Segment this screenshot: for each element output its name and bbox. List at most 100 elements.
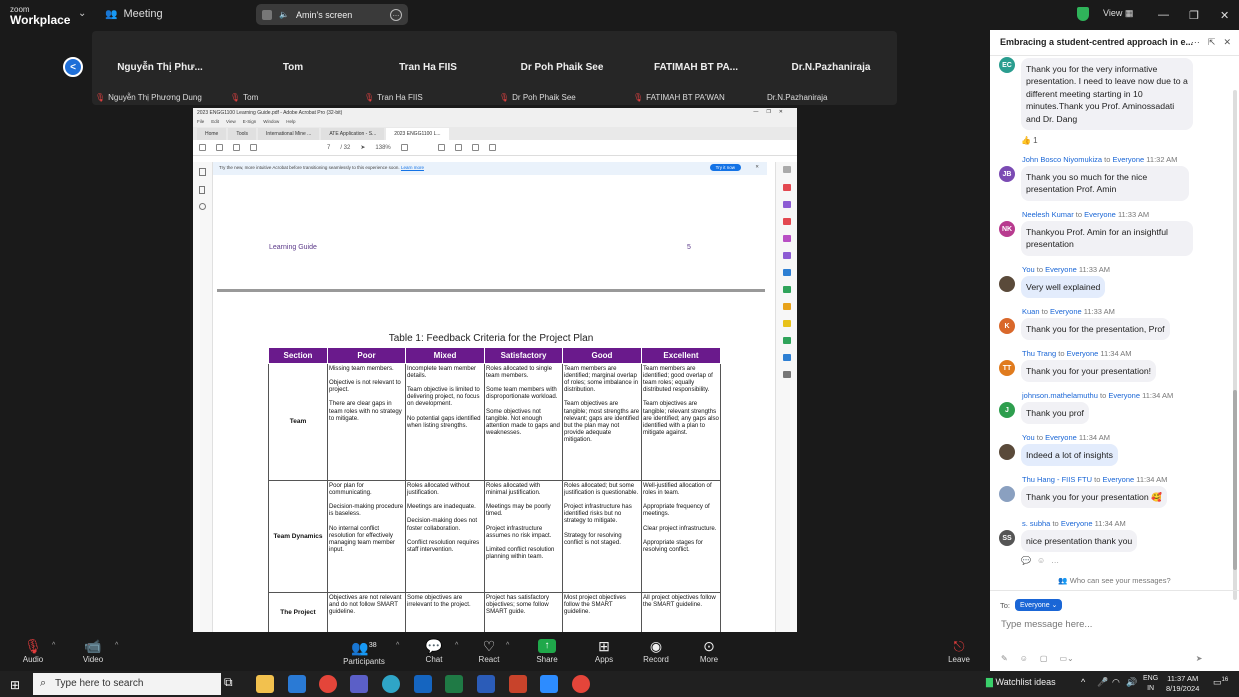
message-input[interactable]: Type message here... bbox=[1001, 619, 1092, 630]
zoom-tool-icon[interactable] bbox=[783, 166, 791, 173]
view-button[interactable]: View ▦ bbox=[1103, 8, 1133, 19]
participant-tile-name[interactable]: FATIMAH BT PA... bbox=[636, 62, 756, 73]
save-icon[interactable] bbox=[199, 144, 206, 151]
leave-button[interactable]: ⎋ Leave bbox=[929, 637, 989, 664]
tray-chevron-icon[interactable]: ^ bbox=[1081, 677, 1085, 687]
combine-icon[interactable] bbox=[783, 269, 791, 276]
powerpoint-icon[interactable] bbox=[509, 675, 527, 693]
more-button[interactable]: ⊙ More bbox=[679, 637, 739, 664]
sign-icon[interactable] bbox=[471, 144, 479, 151]
sign-tool-icon[interactable] bbox=[783, 235, 791, 242]
message-bubble[interactable]: nice presentation thank you bbox=[1021, 530, 1138, 553]
menu-help[interactable]: Help bbox=[286, 119, 295, 126]
taskbar-search[interactable]: ⌕ Type here to search bbox=[33, 673, 221, 695]
fill-sign-icon[interactable] bbox=[783, 252, 791, 259]
file-icon[interactable]: ▢ bbox=[1040, 654, 1048, 663]
message-actions[interactable]: 💬☺… bbox=[1021, 556, 1065, 565]
fit-icon[interactable] bbox=[400, 144, 408, 151]
menu-edit[interactable]: Edit bbox=[211, 119, 219, 126]
menu-file[interactable]: File bbox=[197, 119, 204, 126]
close-icon[interactable]: ✕ bbox=[1220, 0, 1229, 30]
file-explorer-icon[interactable] bbox=[256, 675, 274, 693]
share-button[interactable]: ↑ Share bbox=[517, 637, 577, 664]
banner-close-icon[interactable]: ✕ bbox=[755, 164, 759, 170]
participant-tile-name[interactable]: Dr Poh Phaik See bbox=[502, 62, 622, 73]
who-can-see-link[interactable]: 👥 Who can see your messages? bbox=[990, 576, 1239, 585]
zoom-level[interactable]: 138% bbox=[375, 145, 390, 151]
message-bubble[interactable]: Indeed a lot of insights bbox=[1021, 444, 1118, 467]
menu-window[interactable]: Window bbox=[263, 119, 279, 126]
pop-out-icon[interactable]: ⇱ bbox=[1208, 37, 1216, 48]
menu-esign[interactable]: E-Sign bbox=[243, 119, 257, 126]
comment-tool-icon[interactable] bbox=[783, 303, 791, 310]
video-button[interactable]: 📹 Video bbox=[63, 637, 123, 664]
page-number[interactable]: 7 bbox=[327, 145, 330, 151]
message-bubble[interactable]: Thank you for the presentation, Prof bbox=[1021, 318, 1170, 341]
star-icon[interactable] bbox=[216, 144, 223, 151]
try-it-now-button[interactable]: Try it now bbox=[709, 164, 741, 171]
message-bubble[interactable]: Thank you for the very informative prese… bbox=[1021, 58, 1193, 131]
zoom-taskbar-icon[interactable] bbox=[540, 675, 558, 693]
pen-icon[interactable] bbox=[454, 144, 462, 151]
participants-button[interactable]: 👥38 Participants bbox=[334, 637, 394, 666]
language-indicator[interactable]: ENG IN bbox=[1143, 674, 1158, 694]
more-options-icon[interactable]: … bbox=[390, 8, 402, 21]
excel-icon[interactable] bbox=[445, 675, 463, 693]
message-bubble[interactable]: Very well explained bbox=[1021, 276, 1106, 299]
clock[interactable]: 11:37 AM 8/19/2024 bbox=[1166, 674, 1199, 694]
participant-tile-name[interactable]: Tom bbox=[233, 62, 353, 73]
comment-icon[interactable] bbox=[437, 144, 445, 151]
shield-icon[interactable] bbox=[1077, 7, 1089, 21]
recipient-dropdown[interactable]: Everyone ⌄ bbox=[1015, 599, 1063, 611]
record-button[interactable]: ◉ Record bbox=[626, 637, 686, 664]
screenshot-icon[interactable]: ▭⌄ bbox=[1059, 654, 1073, 663]
message-bubble[interactable]: Thank you for your presentation 🥰 bbox=[1021, 486, 1167, 509]
stamp-icon[interactable] bbox=[783, 320, 791, 327]
tab-doc[interactable]: International Mine ... bbox=[258, 128, 320, 140]
print-icon[interactable] bbox=[233, 144, 240, 151]
mic-icon[interactable]: 🎤 bbox=[1097, 677, 1108, 688]
send-icon[interactable]: ➤ bbox=[1196, 654, 1203, 663]
tab-doc[interactable]: ATE Application - S... bbox=[321, 128, 385, 140]
message-bubble[interactable]: Thank you so much for the nice presentat… bbox=[1021, 166, 1189, 201]
react-button[interactable]: ♡ React bbox=[459, 637, 519, 664]
search-icon[interactable] bbox=[250, 144, 257, 151]
gallery-back-button[interactable]: < bbox=[63, 57, 83, 77]
organize-icon[interactable] bbox=[783, 286, 791, 293]
bookmark-icon[interactable] bbox=[199, 186, 205, 194]
close-chat-icon[interactable]: ✕ bbox=[1223, 37, 1231, 48]
audio-caret-icon[interactable]: ^ bbox=[52, 642, 55, 649]
chat-caret-icon[interactable]: ^ bbox=[455, 642, 458, 649]
message-bubble[interactable]: Thankyou Prof. Amin for an insightful pr… bbox=[1021, 221, 1193, 256]
meeting-menu[interactable]: 👥 Meeting bbox=[105, 8, 163, 20]
tab-tools[interactable]: Tools bbox=[228, 128, 257, 140]
banner-link[interactable]: Learn more bbox=[401, 165, 424, 170]
chevron-down-icon[interactable]: ⌄ bbox=[78, 8, 86, 19]
participant-tile-name[interactable]: Tran Ha FIIS bbox=[368, 62, 488, 73]
message-bubble[interactable]: Thank you prof bbox=[1021, 402, 1089, 425]
emoji-icon[interactable]: ☺ bbox=[1020, 654, 1028, 663]
windows-start-icon[interactable]: ⊞ bbox=[10, 678, 20, 692]
participants-caret-icon[interactable]: ^ bbox=[396, 642, 399, 649]
export-pdf-icon[interactable] bbox=[783, 218, 791, 225]
task-view-icon[interactable]: ⧉ bbox=[224, 675, 242, 693]
participant-tile-name[interactable]: Dr.N.Pazhaniraja bbox=[771, 62, 891, 73]
tab-doc-active[interactable]: 2023 ENGG1100 L... bbox=[386, 128, 449, 140]
mail-icon[interactable] bbox=[288, 675, 306, 693]
teams-icon[interactable] bbox=[350, 675, 368, 693]
more-icon[interactable]: ⋯ bbox=[1191, 37, 1200, 48]
word-icon[interactable] bbox=[477, 675, 495, 693]
cursor-icon[interactable]: ➤ bbox=[360, 144, 365, 151]
edit-pdf-icon[interactable] bbox=[783, 201, 791, 208]
more-tools-icon[interactable] bbox=[783, 371, 791, 378]
format-icon[interactable]: ✎ bbox=[1001, 654, 1008, 663]
reaction-badge[interactable]: 👍 1 bbox=[1021, 136, 1038, 145]
create-pdf-icon[interactable] bbox=[783, 184, 791, 191]
pages-icon[interactable] bbox=[199, 168, 206, 176]
acrobat-window-controls[interactable]: —❐✕ bbox=[753, 109, 791, 115]
notification-icon[interactable]: ▭16 bbox=[1213, 677, 1228, 688]
protect-icon[interactable] bbox=[783, 354, 791, 361]
edge-icon[interactable] bbox=[382, 675, 400, 693]
react-caret-icon[interactable]: ^ bbox=[506, 642, 509, 649]
tab-home[interactable]: Home bbox=[197, 128, 227, 140]
